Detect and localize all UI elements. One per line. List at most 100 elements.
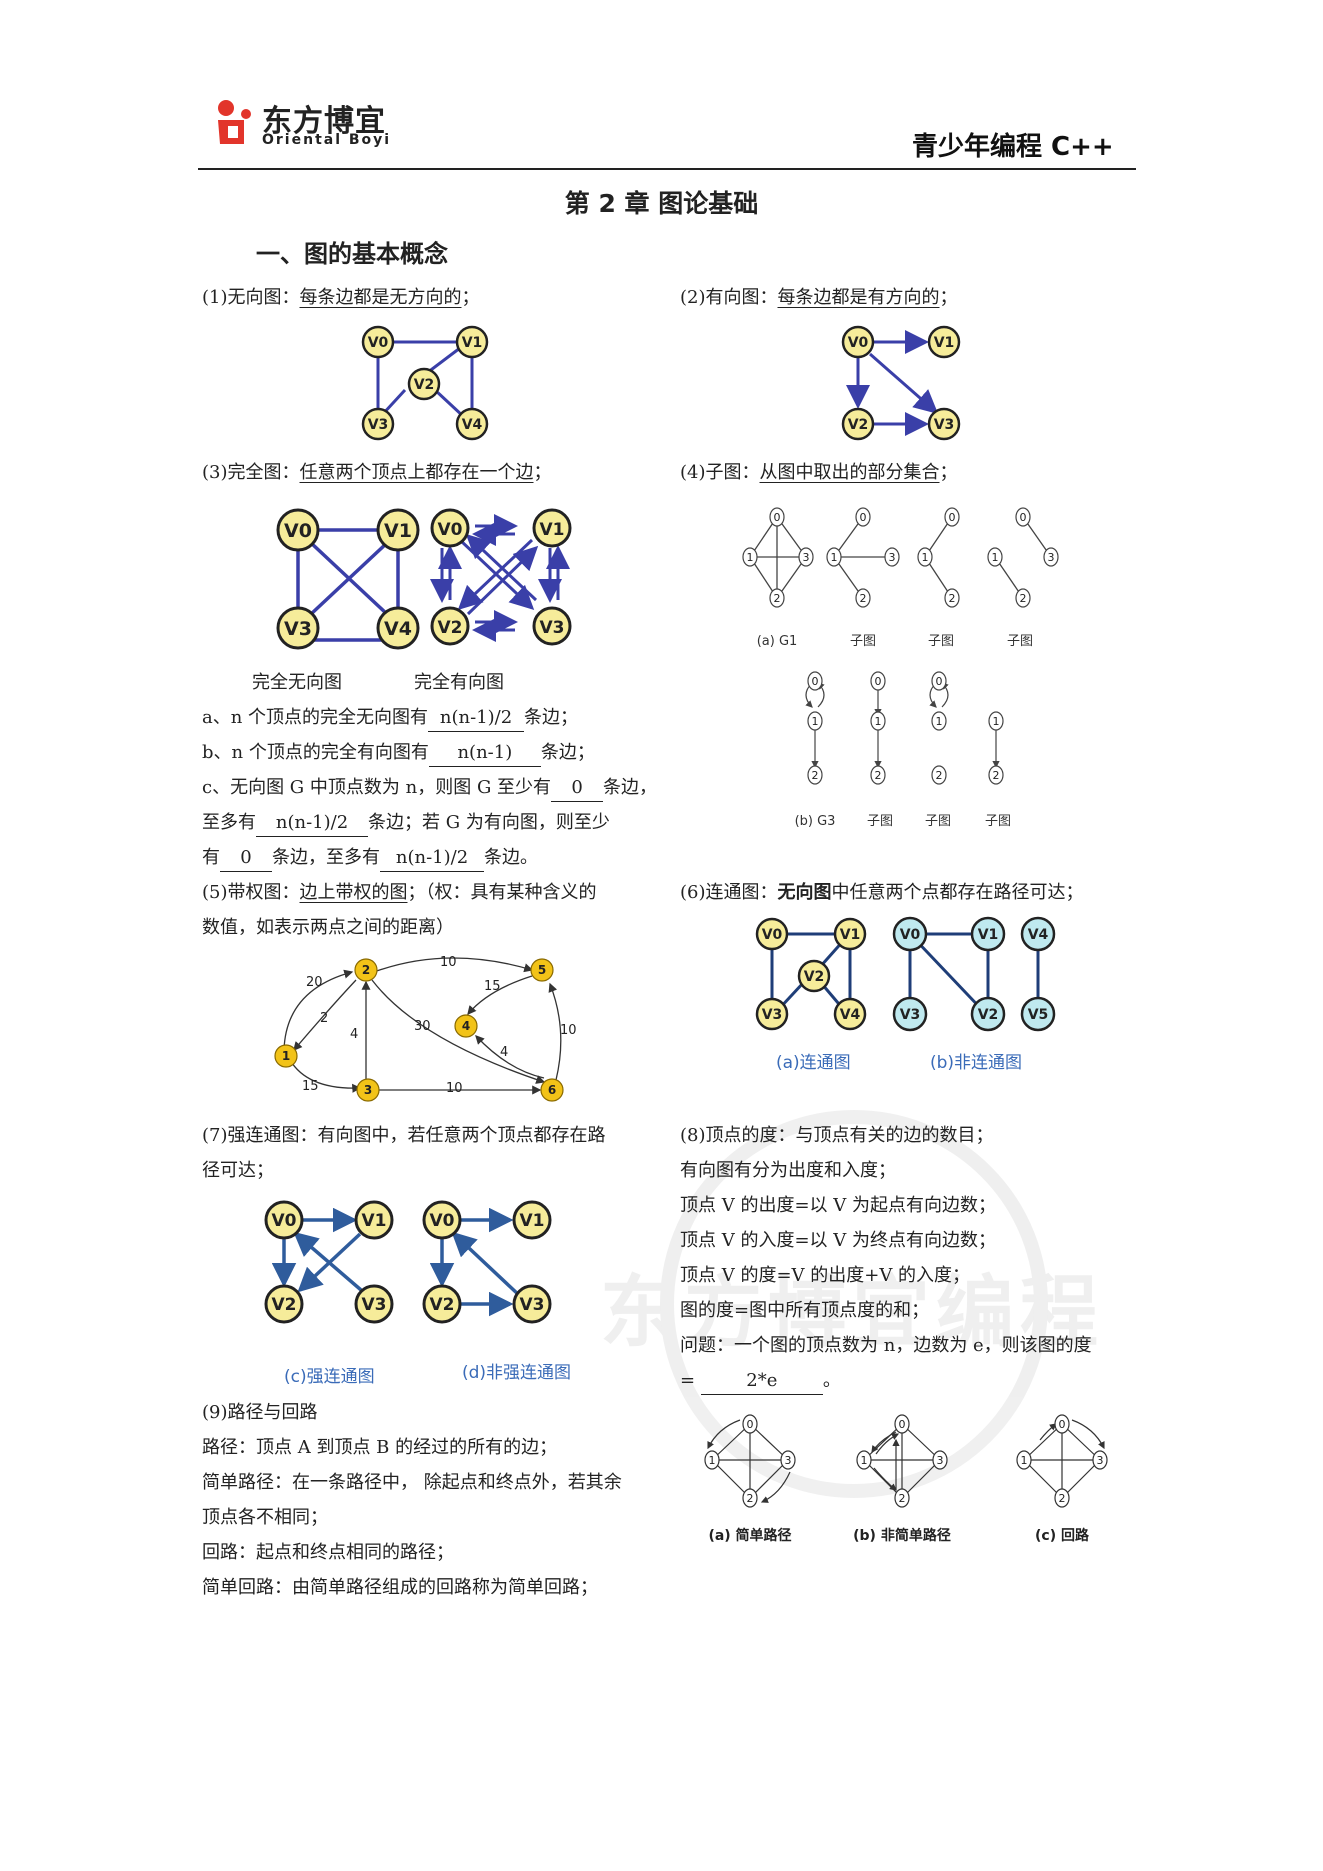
svg-text:1: 1	[282, 1049, 290, 1063]
svg-text:子图: 子图	[925, 814, 951, 829]
item-definition: 从图中取出的部分集合	[759, 462, 940, 483]
caption-simple-path: (a) 简单路径	[708, 1527, 791, 1544]
logo-icon	[218, 100, 251, 144]
directed-graph: V0 V1 V2 V3	[841, 325, 961, 441]
weight-label: 4	[500, 1045, 508, 1060]
weight-label: 10	[446, 1081, 463, 1096]
item-tail: ；	[533, 462, 552, 483]
svg-text:V5: V5	[1028, 1007, 1049, 1023]
svg-text:V3: V3	[900, 1007, 921, 1023]
qa-c3: 有 0 条边，至多有 n(n-1)/2 条边。	[202, 840, 538, 875]
svg-text:0: 0	[949, 511, 956, 524]
label-v1: V1	[934, 335, 955, 351]
header-rule	[198, 168, 1136, 170]
answer-blank: n(n-1)/2	[380, 845, 484, 872]
svg-text:V0: V0	[272, 1211, 297, 1231]
weight-label: 10	[440, 955, 457, 970]
path-figures: 0 1 3 2 0 1 3 2 0 1 3 2 (a) 简单路径 (b) 非简单路径 (c) 回路	[704, 1414, 1108, 1544]
svg-text:子图: 子图	[985, 814, 1011, 829]
item-strong-2: 径可达；	[202, 1160, 274, 1181]
svg-text:0: 0	[747, 1418, 754, 1431]
svg-text:V3: V3	[520, 1295, 545, 1315]
weight-label: 2	[320, 1011, 328, 1026]
svg-text:0: 0	[875, 675, 882, 688]
weight-label: 15	[484, 979, 501, 994]
item-definition: 任意两个顶点上都存在一个边	[299, 462, 534, 483]
label-v3: V3	[368, 417, 389, 433]
svg-text:0: 0	[860, 511, 867, 524]
svg-text:V1: V1	[540, 520, 565, 540]
item-label: (2)有向图：	[680, 287, 778, 308]
svg-text:1: 1	[992, 551, 999, 564]
svg-text:1: 1	[875, 715, 882, 728]
label-v1: V1	[462, 335, 483, 351]
weight-label: 10	[560, 1023, 577, 1038]
section-title: 一、图的基本概念	[256, 240, 448, 268]
svg-text:1: 1	[922, 551, 929, 564]
svg-text:3: 3	[803, 551, 810, 564]
item-tail: ；	[939, 462, 958, 483]
svg-text:2: 2	[899, 1492, 906, 1505]
answer-blank: n(n-1)	[428, 740, 541, 767]
weight-label: 4	[350, 1027, 358, 1042]
svg-text:V3: V3	[362, 1295, 387, 1315]
svg-text:V1: V1	[978, 927, 999, 943]
svg-text:0: 0	[899, 1418, 906, 1431]
svg-text:V0: V0	[430, 1211, 455, 1231]
svg-text:V2: V2	[978, 1007, 999, 1023]
svg-text:2: 2	[1020, 592, 1027, 605]
svg-text:1: 1	[812, 715, 819, 728]
svg-text:2: 2	[860, 592, 867, 605]
svg-text:1: 1	[936, 715, 943, 728]
item-definition: 每条边都是无方向的	[299, 287, 462, 308]
item-subgraph: (4)子图：从图中取出的部分集合；	[680, 455, 958, 490]
label-v2: V2	[848, 417, 869, 433]
strong-graphs: V0 V1 V2 V3 V0 V1 V2 V3	[264, 1200, 552, 1324]
subgraph-figure-g1: 0 1 3 2 0 1 3 2 0 1 2 0 1 3 2 (a) G1 子图 子图 子图	[742, 507, 1059, 649]
label-v2: V2	[414, 377, 435, 393]
item-label: (3)完全图：	[202, 462, 300, 483]
weight-label: 15	[302, 1079, 319, 1094]
caption-disconnected: (b)非连通图	[930, 1053, 1023, 1073]
svg-text:V0: V0	[762, 927, 783, 943]
caption-complete-undirected: 完全无向图	[252, 672, 342, 693]
svg-text:0: 0	[936, 675, 943, 688]
svg-text:2: 2	[812, 769, 819, 782]
svg-text:2: 2	[949, 592, 956, 605]
item-weighted: (5)带权图：边上带权的图；（权：具有某种含义的	[202, 882, 597, 903]
caption-g3: (b) G3	[795, 814, 836, 829]
svg-text:1: 1	[709, 1454, 716, 1467]
item-paths: (9)路径与回路 路径：顶点 A 到顶点 B 的经过的所有的边； 简单路径：在一…	[202, 1402, 622, 1598]
svg-text:V0: V0	[900, 927, 921, 943]
item-directed: (2)有向图：每条边都是有方向的；	[680, 280, 958, 315]
item-bold: 无向图	[777, 882, 832, 903]
svg-text:V1: V1	[520, 1211, 545, 1231]
item-definition: 边上带权的图	[299, 882, 408, 903]
svg-text:V0: V0	[284, 520, 312, 542]
item-definition: 每条边都是有方向的	[777, 287, 940, 308]
svg-text:V0: V0	[438, 520, 463, 540]
weight-label: 20	[306, 975, 323, 990]
caption-cycle: (c) 回路	[1035, 1527, 1090, 1544]
qa-a: a、n 个顶点的完全无向图有 n(n-1)/2 条边；	[202, 700, 578, 735]
svg-text:2: 2	[993, 769, 1000, 782]
item-tail: ；	[939, 287, 958, 308]
item-label: (4)子图：	[680, 462, 760, 483]
svg-text:2: 2	[936, 769, 943, 782]
caption-complete-directed: 完全有向图	[414, 672, 504, 693]
svg-text:V2: V2	[804, 969, 825, 985]
item-weighted-cont: 数值，如表示两点之间的距离）	[202, 917, 454, 938]
svg-text:1: 1	[1021, 1454, 1028, 1467]
svg-text:1: 1	[993, 715, 1000, 728]
header-title: 青少年编程 C++	[912, 132, 1114, 162]
svg-text:5: 5	[538, 963, 546, 977]
weighted-graph: 1 2 3 4 5 6 20 2 15 4 10 15 30 10 4 10	[274, 955, 577, 1102]
item-label: (1)无向图：	[202, 287, 300, 308]
svg-text:V1: V1	[840, 927, 861, 943]
item-complete: (3)完全图：任意两个顶点上都存在一个边；	[202, 455, 552, 490]
weight-label: 30	[414, 1019, 431, 1034]
svg-text:子图: 子图	[1007, 634, 1033, 649]
answer-blank: n(n-1)/2	[428, 705, 525, 732]
answer-blank: 2*e	[700, 1368, 823, 1395]
svg-text:4: 4	[462, 1019, 470, 1033]
